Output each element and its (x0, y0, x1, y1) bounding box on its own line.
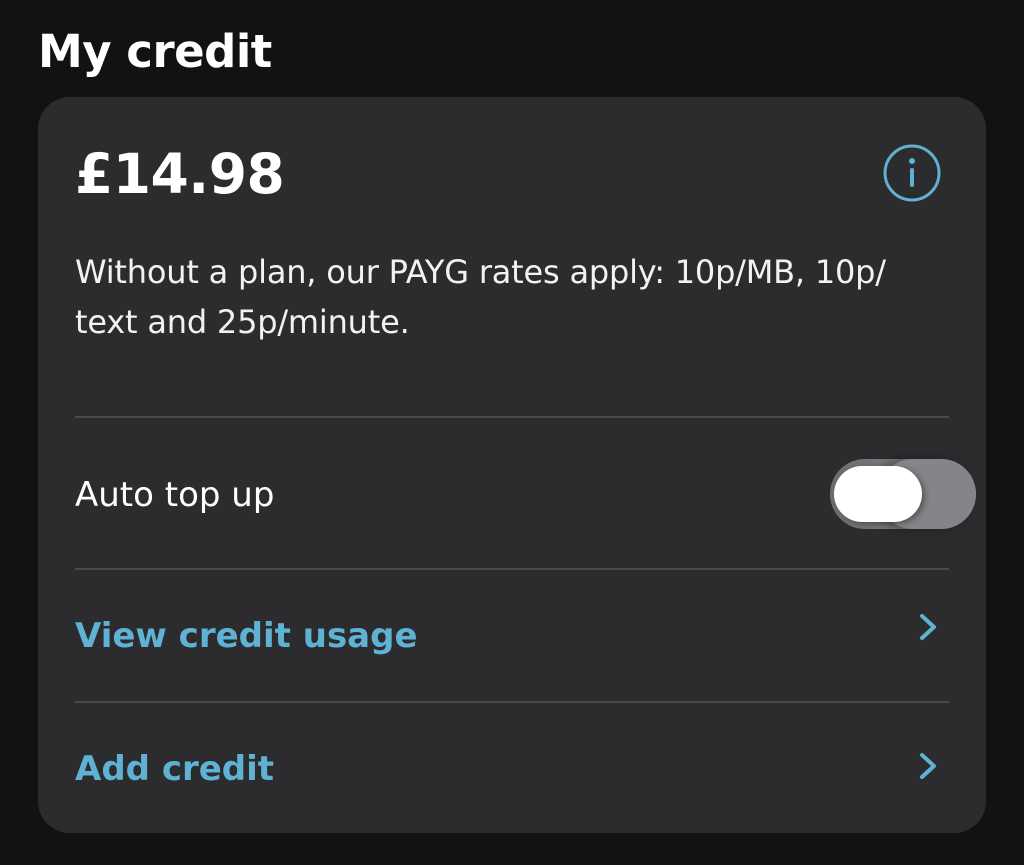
toggle-knob (834, 466, 922, 522)
auto-top-up-toggle[interactable] (830, 459, 976, 529)
page-title: My credit (38, 25, 272, 78)
view-credit-usage-label: View credit usage (75, 616, 418, 656)
credit-balance: £14.98 (75, 142, 285, 206)
add-credit-label: Add credit (75, 749, 275, 789)
divider (75, 416, 949, 418)
credit-card: £14.98 Without a plan, our PAYG rates ap… (38, 97, 986, 833)
add-credit-link[interactable]: Add credit (38, 725, 986, 815)
chevron-right-icon (920, 753, 936, 779)
payg-rates-description: Without a plan, our PAYG rates apply: 10… (75, 253, 886, 341)
auto-top-up-label: Auto top up (75, 475, 275, 515)
info-circle-icon (883, 144, 941, 202)
view-credit-usage-link[interactable]: View credit usage (38, 592, 986, 682)
chevron-right-icon (920, 614, 936, 640)
divider (75, 568, 949, 570)
info-button[interactable] (883, 144, 941, 202)
divider (75, 701, 949, 703)
credit-page: My credit £14.98 Without a plan, our PAY… (0, 0, 1024, 865)
